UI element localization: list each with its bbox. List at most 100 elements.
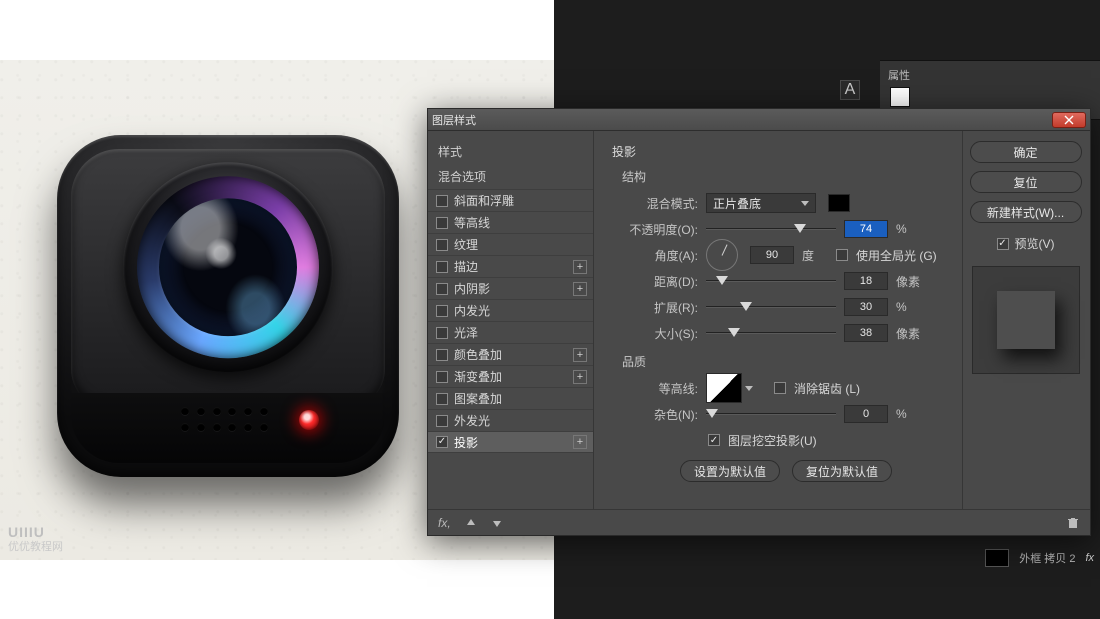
angle-label: 角度(A): [612,247,698,264]
preview-checkbox[interactable] [997,238,1009,250]
effect-label: 内阴影 [454,280,567,297]
camera-icon [57,135,399,477]
effect-checkbox[interactable] [436,239,448,251]
section-title: 投影 [612,143,948,160]
effect-checkbox[interactable] [436,305,448,317]
effect-checkbox[interactable] [436,261,448,273]
close-button[interactable] [1052,112,1086,128]
opacity-slider[interactable] [706,222,836,236]
effect-label: 外发光 [454,412,587,429]
effect-label: 斜面和浮雕 [454,192,587,209]
effect-row-dropShadow[interactable]: 投影 + [428,431,593,453]
drop-shadow-settings: 投影 结构 混合模式: 正片叠底 不透明度(O): 74 % 角度(A): 90 [594,131,962,509]
reset-default-button[interactable]: 复位为默认值 [792,460,892,482]
cancel-button[interactable]: 复位 [970,171,1082,193]
layer-style-dialog: 图层样式 样式 混合选项 斜面和浮雕等高线纹理描边 + 内阴影 + 内发光光泽颜色叠加 +… [427,108,1091,536]
add-instance-button[interactable]: + [573,348,587,362]
global-light-checkbox[interactable] [836,249,848,261]
effect-row-contour[interactable]: 等高线 [428,211,593,233]
contour-picker[interactable] [706,373,742,403]
effect-checkbox[interactable] [436,415,448,427]
spread-slider[interactable] [706,300,836,314]
effect-label: 描边 [454,258,567,275]
properties-label: 属性 [888,67,910,83]
effect-row-outerGlow[interactable]: 外发光 [428,409,593,431]
speaker-grille [181,407,271,433]
layer-thumb[interactable] [985,549,1009,567]
effect-row-innerGlow[interactable]: 内发光 [428,299,593,321]
size-slider[interactable] [706,326,836,340]
structure-title: 结构 [622,168,948,185]
effect-checkbox[interactable] [436,217,448,229]
trash-icon[interactable] [1066,516,1080,530]
effect-row-colorOverlay[interactable]: 颜色叠加 + [428,343,593,365]
noise-label: 杂色(N): [612,406,698,423]
camera-body [71,149,385,409]
effect-row-gradientOverlay[interactable]: 渐变叠加+ [428,365,593,387]
angle-value[interactable]: 90 [750,246,794,264]
effect-label: 颜色叠加 [454,346,567,363]
contour-label: 等高线: [612,380,698,397]
dialog-right-column: 确定 复位 新建样式(W)... 预览(V) [962,131,1090,509]
character-panel-icon[interactable]: A [840,80,860,100]
effect-label: 投影 [454,434,567,451]
fx-icon[interactable]: fx, [438,516,451,530]
styles-header[interactable]: 样式 [428,139,593,164]
layer-fx-badge[interactable]: fx [1085,552,1094,564]
effect-row-stroke[interactable]: 描边 + [428,255,593,277]
effect-label: 内发光 [454,302,587,319]
blending-options[interactable]: 混合选项 [428,164,593,189]
quality-title: 品质 [622,353,948,370]
effect-checkbox[interactable] [436,393,448,405]
swatch[interactable] [890,87,910,107]
distance-value[interactable]: 18 [844,272,888,290]
knockout-checkbox[interactable] [708,434,720,446]
effect-label: 光泽 [454,324,587,341]
angle-dial[interactable] [706,239,738,271]
effect-checkbox[interactable] [436,195,448,207]
noise-value[interactable]: 0 [844,405,888,423]
effect-row-patternOverlay[interactable]: 图案叠加 [428,387,593,409]
effect-row-satin[interactable]: 光泽 [428,321,593,343]
spread-value[interactable]: 30 [844,298,888,316]
antialias-checkbox[interactable] [774,382,786,394]
close-icon [1064,115,1074,125]
add-instance-button[interactable]: + [573,370,587,384]
shadow-color[interactable] [828,194,850,212]
blend-mode-select[interactable]: 正片叠底 [706,193,816,213]
effect-checkbox[interactable] [436,349,448,361]
dialog-titlebar[interactable]: 图层样式 [428,109,1090,131]
distance-slider[interactable] [706,274,836,288]
antialias-label: 消除锯齿 (L) [794,380,860,397]
new-style-button[interactable]: 新建样式(W)... [970,201,1082,223]
effect-checkbox[interactable] [436,371,448,383]
effect-checkbox[interactable] [436,327,448,339]
camera-base [71,393,385,463]
preview-label: 预览(V) [1015,235,1055,252]
add-instance-button[interactable]: + [573,260,587,274]
preview-box [972,266,1080,374]
arrow-up-icon[interactable] [465,517,477,529]
effect-label: 纹理 [454,236,587,253]
dialog-footer: fx, [428,509,1090,535]
layer-footer: 外框 拷贝 2 fx [985,549,1094,567]
ok-button[interactable]: 确定 [970,141,1082,163]
layer-name[interactable]: 外框 拷贝 2 [1019,550,1075,566]
effect-checkbox[interactable] [436,436,448,448]
effect-row-innerShadow[interactable]: 内阴影 + [428,277,593,299]
effect-row-bevel[interactable]: 斜面和浮雕 [428,189,593,211]
size-label: 大小(S): [612,325,698,342]
noise-slider[interactable] [706,407,836,421]
add-instance-button[interactable]: + [573,435,587,449]
arrow-down-icon[interactable] [491,517,503,529]
effect-checkbox[interactable] [436,283,448,295]
opacity-value[interactable]: 74 [844,220,888,238]
effect-label: 等高线 [454,214,587,231]
lens-highlight [159,198,297,336]
size-value[interactable]: 38 [844,324,888,342]
make-default-button[interactable]: 设置为默认值 [680,460,780,482]
effect-row-texture[interactable]: 纹理 [428,233,593,255]
add-instance-button[interactable]: + [573,282,587,296]
effects-list: 样式 混合选项 斜面和浮雕等高线纹理描边+内阴影+内发光光泽颜色叠加+渐变叠加+… [428,131,594,509]
spread-label: 扩展(R): [612,299,698,316]
